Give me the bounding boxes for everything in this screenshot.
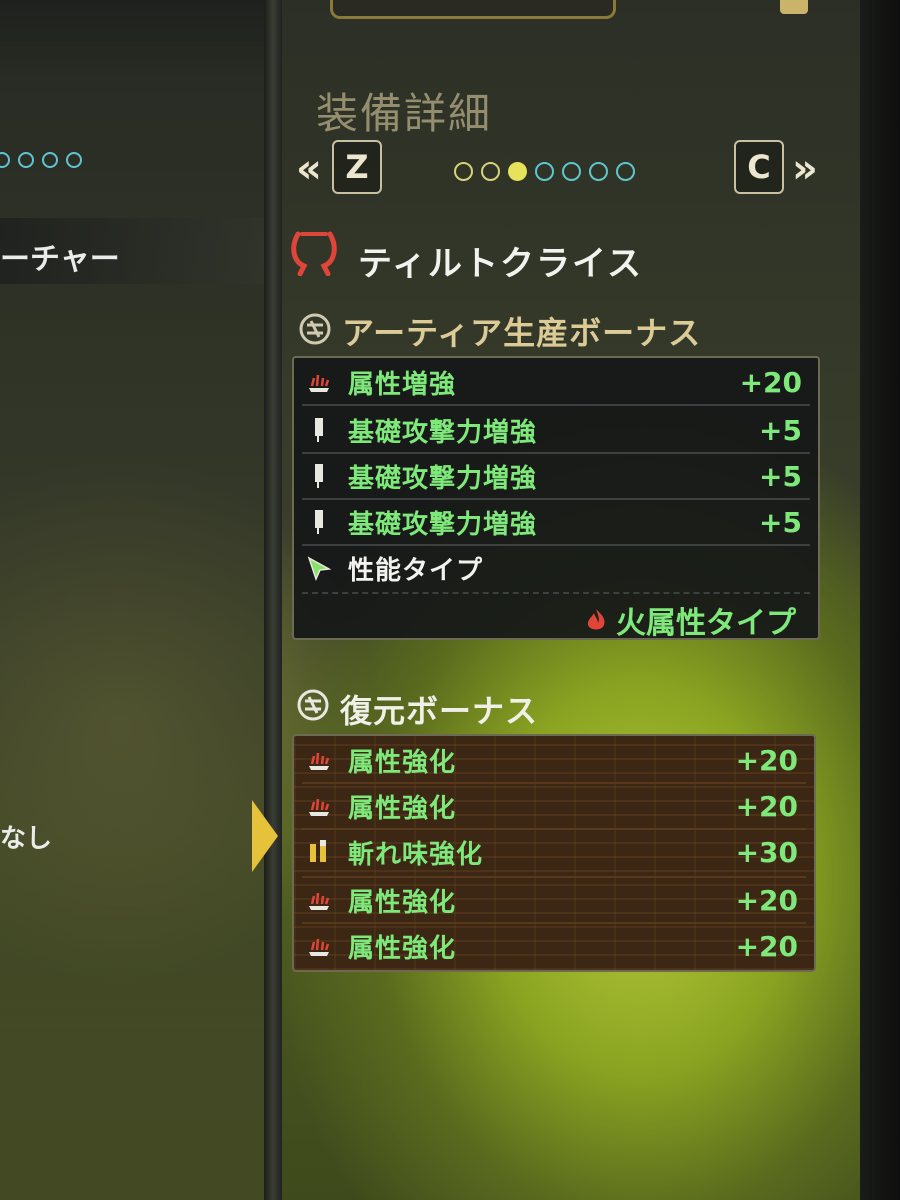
list-item[interactable]: 属性強化 +20 [300, 924, 808, 968]
performance-type-row[interactable]: 性能タイプ [300, 546, 812, 590]
top-corner-icon [780, 0, 808, 14]
list-item[interactable]: 基礎攻撃力増強 +5 [300, 500, 812, 544]
bonus-value: +20 [735, 929, 798, 963]
bonus-label: 属性強化 [348, 887, 457, 918]
bonus-section-icon [299, 313, 331, 345]
weapon-name: ティルトクライス [358, 244, 643, 284]
bonus-label: 基礎攻撃力増強 [348, 509, 538, 540]
next-page-button[interactable]: C [734, 140, 784, 194]
artian-bonus-heading: アーティア生産ボーナス [342, 314, 702, 352]
bonus-value: +5 [759, 413, 802, 447]
left-panel-top [0, 0, 268, 80]
panel-divider [264, 0, 282, 1200]
bonus-label: 基礎攻撃力増強 [348, 417, 538, 448]
selection-cursor-icon [252, 800, 278, 872]
bonus-value: +5 [759, 505, 802, 539]
attack-icon [304, 415, 334, 445]
attack-icon [304, 507, 334, 537]
top-banner [330, 0, 616, 19]
bonus-label: 属性強化 [348, 747, 457, 778]
list-item[interactable]: 属性強化 +20 [300, 738, 808, 782]
bonus-label: 属性強化 [348, 933, 457, 964]
left-row-label: ーチャー [0, 242, 120, 277]
page-dot [18, 152, 34, 168]
page-dot [66, 152, 82, 168]
page-dot[interactable] [562, 162, 581, 181]
page-dot [0, 152, 10, 168]
restore-bonus-heading: 復元ボーナス [340, 692, 539, 730]
prev-chevron-icon: « [296, 146, 322, 192]
restore-bonus-panel: 属性強化 +20 属性強化 +20 斬れ味強化 +30 属性強化 +20 属性強… [292, 734, 816, 972]
page-dot-active[interactable] [508, 162, 527, 181]
prev-page-button[interactable]: Z [332, 140, 382, 194]
sharpness-icon [304, 837, 334, 867]
bonus-value: +20 [739, 365, 802, 399]
left-lower-label: なし [0, 824, 53, 854]
page-title: 装備詳細 [316, 89, 493, 138]
bonus-label: 属性強化 [348, 793, 457, 824]
page-dot[interactable] [454, 162, 473, 181]
element-icon [304, 791, 334, 821]
row-divider [302, 592, 810, 594]
list-item[interactable]: 斬れ味強化 +30 [300, 830, 808, 874]
artian-bonus-panel: 属性増強 +20 基礎攻撃力増強 +5 基礎攻撃力増強 +5 基礎攻撃力増強 +… [292, 356, 820, 642]
page-dot[interactable] [616, 162, 635, 181]
bonus-value: +20 [735, 883, 798, 917]
bonus-value: +5 [759, 459, 802, 493]
performance-type-text: 火属性タイプ [616, 606, 796, 641]
page-dot[interactable] [535, 162, 554, 181]
row-divider [302, 404, 810, 406]
bonus-label: 属性増強 [348, 369, 457, 400]
list-item[interactable]: 属性増強 +20 [300, 360, 812, 404]
next-chevron-icon: » [792, 146, 818, 192]
performance-type-value: 火属性タイプ [584, 598, 796, 642]
type-arrow-icon [304, 553, 334, 583]
detail-page-dots [454, 162, 635, 181]
attack-icon [304, 461, 334, 491]
page-dot [42, 152, 58, 168]
element-icon [304, 885, 334, 915]
element-icon [304, 367, 334, 397]
list-item[interactable]: 属性強化 +20 [300, 878, 808, 922]
page-dot[interactable] [481, 162, 500, 181]
bonus-value: +20 [735, 743, 798, 777]
list-item[interactable]: 基礎攻撃力増強 +5 [300, 454, 812, 498]
fire-icon [587, 609, 605, 630]
page-dot[interactable] [589, 162, 608, 181]
list-item[interactable]: 属性強化 +20 [300, 784, 808, 828]
restore-section-icon [297, 689, 329, 721]
weapon-hook-icon [291, 231, 337, 276]
element-icon [304, 931, 334, 961]
left-panel: ーチャー なし [0, 0, 268, 1200]
left-page-dots [0, 152, 82, 168]
list-item[interactable]: 基礎攻撃力増強 +5 [300, 408, 812, 452]
bonus-value: +30 [735, 835, 798, 869]
bonus-label: 基礎攻撃力増強 [348, 463, 538, 494]
performance-type-label: 性能タイプ [348, 555, 484, 586]
bonus-value: +20 [735, 789, 798, 823]
element-icon [304, 745, 334, 775]
bonus-label: 斬れ味強化 [348, 839, 484, 870]
screen-bezel [860, 0, 900, 1200]
